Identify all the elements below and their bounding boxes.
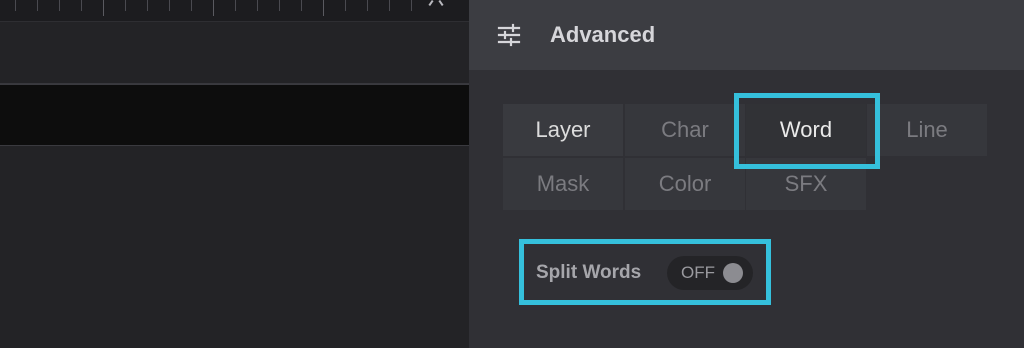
- timeline-ruler[interactable]: [0, 0, 469, 22]
- panel-header: Advanced: [469, 0, 1024, 70]
- tab-line[interactable]: Line: [867, 104, 987, 156]
- timeline-lane[interactable]: [0, 146, 469, 348]
- tab-word[interactable]: Word: [746, 104, 866, 156]
- advanced-panel: Advanced Layer Char Word Line Mask Color…: [469, 0, 1024, 348]
- panel-title: Advanced: [550, 22, 656, 47]
- timeline-lane[interactable]: [0, 22, 469, 84]
- tab-color[interactable]: Color: [625, 158, 745, 210]
- split-words-row: Split Words OFF: [536, 255, 753, 291]
- toggle-state-text: OFF: [681, 263, 715, 282]
- playhead-marker-icon[interactable]: [426, 0, 448, 7]
- split-words-label: Split Words: [536, 262, 642, 283]
- sliders-icon: [497, 23, 521, 47]
- tab-layer[interactable]: Layer: [503, 104, 623, 156]
- timeline-lane-selected[interactable]: [0, 84, 469, 146]
- split-words-toggle[interactable]: OFF: [667, 256, 753, 290]
- tab-char[interactable]: Char: [625, 104, 745, 156]
- tab-sfx[interactable]: SFX: [746, 158, 866, 210]
- timeline-area: [0, 0, 469, 348]
- toggle-knob: [723, 263, 743, 283]
- tab-mask[interactable]: Mask: [503, 158, 623, 210]
